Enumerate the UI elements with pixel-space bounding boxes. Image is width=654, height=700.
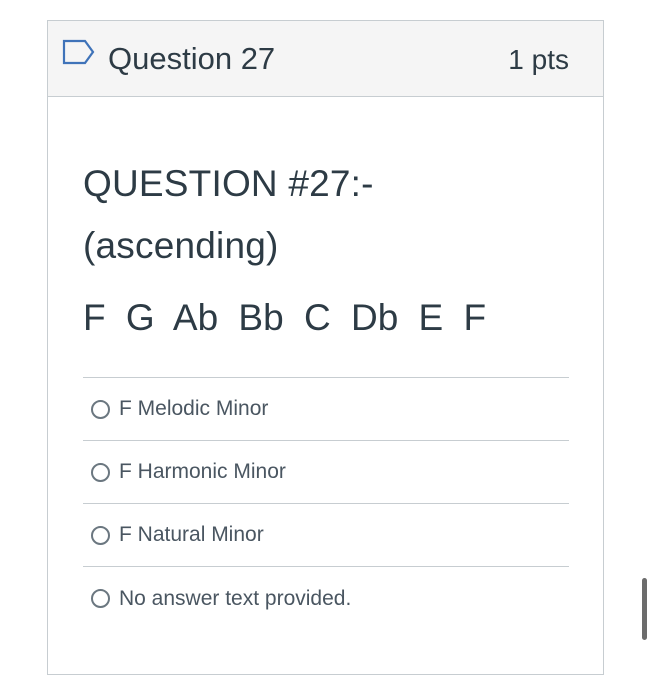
question-header: Question 27 1 pts [48,21,603,97]
answer-label: F Harmonic Minor [119,460,286,483]
question-scale-notes: F G Ab Bb C Db E F [83,297,487,338]
question-text: QUESTION #27:- (ascending) [83,97,569,277]
answer-label: F Natural Minor [119,523,264,546]
answer-option[interactable]: F Melodic Minor [83,378,569,441]
answer-option[interactable]: F Natural Minor [83,504,569,567]
question-text-line2: (ascending) [83,225,279,266]
answer-option[interactable]: No answer text provided. [83,567,569,630]
question-body: QUESTION #27:- (ascending) F G Ab Bb C D… [48,97,603,630]
question-card: Question 27 1 pts QUESTION #27:- (ascend… [47,20,604,675]
answer-label: No answer text provided. [119,586,352,610]
question-title: Question 27 [108,41,276,76]
answer-list: F Melodic Minor F Harmonic Minor F Natur… [83,377,569,630]
question-points: 1 pts [508,44,569,75]
answer-label: F Melodic Minor [119,397,269,420]
flag-icon[interactable] [62,39,96,65]
question-text-line1: QUESTION #27:- [83,163,374,204]
radio-button[interactable] [91,525,110,545]
radio-button[interactable] [91,399,110,419]
radio-button[interactable] [91,589,110,608]
scrollbar-thumb[interactable] [642,578,647,640]
answer-option[interactable]: F Harmonic Minor [83,441,569,504]
radio-button[interactable] [91,462,110,482]
